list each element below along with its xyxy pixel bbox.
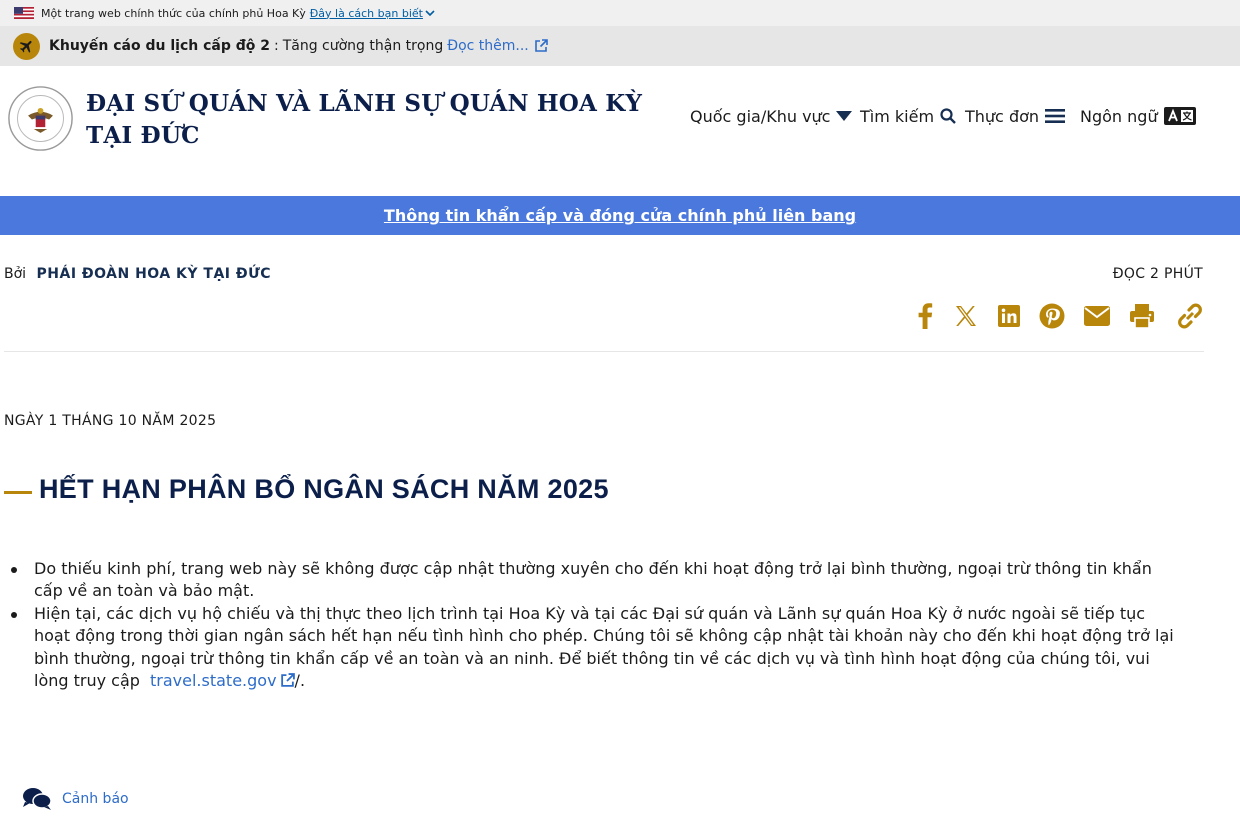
travel-advisory: Khuyến cáo du lịch cấp độ 2 : Tăng cường… [0,26,1240,66]
byline-divider [4,351,1204,352]
print-icon[interactable] [1127,301,1157,331]
airplane-icon [13,32,40,60]
nav-language[interactable]: Ngôn ngữ [1080,104,1196,128]
language-icon [1163,107,1196,125]
linkedin-icon[interactable] [994,301,1024,331]
external-link-icon [534,39,548,52]
nav-menu[interactable]: Thực đơn [965,104,1066,128]
nav-country-region[interactable]: Quốc gia/Khu vực [690,104,853,128]
gov-banner-link[interactable]: Đây là cách bạn biết [310,7,435,20]
share-bar [910,301,1205,331]
title-accent-rule [4,491,32,494]
email-icon[interactable] [1082,301,1112,331]
search-icon [940,108,956,124]
copy-link-icon[interactable] [1175,301,1205,331]
chat-bubbles-icon [23,788,52,810]
advisory-read-more-link[interactable]: Đọc thêm... [447,38,548,54]
x-twitter-icon[interactable] [951,301,981,331]
advisory-message: Tăng cường thận trọng [282,38,444,54]
publish-date: NGÀY 1 THÁNG 10 NĂM 2025 [4,413,217,429]
caret-down-icon [836,111,853,121]
emergency-info-link[interactable]: Thông tin khẩn cấp và đóng cửa chính phủ… [384,206,856,225]
facebook-icon[interactable] [910,301,940,331]
emergency-alert-bar: Thông tin khẩn cấp và đóng cửa chính phủ… [0,196,1240,235]
chevron-down-icon [425,10,435,17]
us-flag-icon [14,7,34,19]
gov-banner-text: Một trang web chính thức của chính phủ H… [41,6,306,20]
article-body: Do thiếu kinh phí, trang web này sẽ khôn… [11,558,1174,693]
alerts-widget[interactable]: Cảnh báo [22,786,129,812]
embassy-seal-icon[interactable] [7,85,74,152]
byline: Bởi PHÁI ĐOÀN HOA KỲ TẠI ĐỨC [4,266,271,282]
list-item: Hiện tại, các dịch vụ hộ chiếu và thị th… [11,603,1174,693]
read-time: ĐỌC 2 PHÚT [1112,266,1203,282]
author-link[interactable]: PHÁI ĐOÀN HOA KỲ TẠI ĐỨC [37,266,272,282]
advisory-level: Khuyến cáo du lịch cấp độ 2 [49,38,270,54]
page-title: HẾT HẠN PHÂN BỔ NGÂN SÁCH NĂM 2025 [39,474,609,504]
link-suffix: /. [294,671,306,691]
travel-state-gov-link[interactable]: travel.state.gov [150,671,295,690]
nav-search[interactable]: Tìm kiếm [860,104,956,128]
site-header: ĐẠI SỨ QUÁN VÀ LÃNH SỰ QUÁN HOA KỲ TẠI Đ… [0,66,1240,196]
pinterest-icon[interactable] [1037,301,1067,331]
gov-banner: Một trang web chính thức của chính phủ H… [0,0,1240,26]
list-item: Do thiếu kinh phí, trang web này sẽ khôn… [11,558,1174,603]
advisory-separator: : [273,38,279,54]
site-title[interactable]: ĐẠI SỨ QUÁN VÀ LÃNH SỰ QUÁN HOA KỲ TẠI Đ… [86,88,646,152]
hamburger-menu-icon [1045,109,1066,123]
alerts-label: Cảnh báo [62,791,129,807]
external-link-icon [280,673,295,687]
byline-label: Bởi [4,266,27,282]
